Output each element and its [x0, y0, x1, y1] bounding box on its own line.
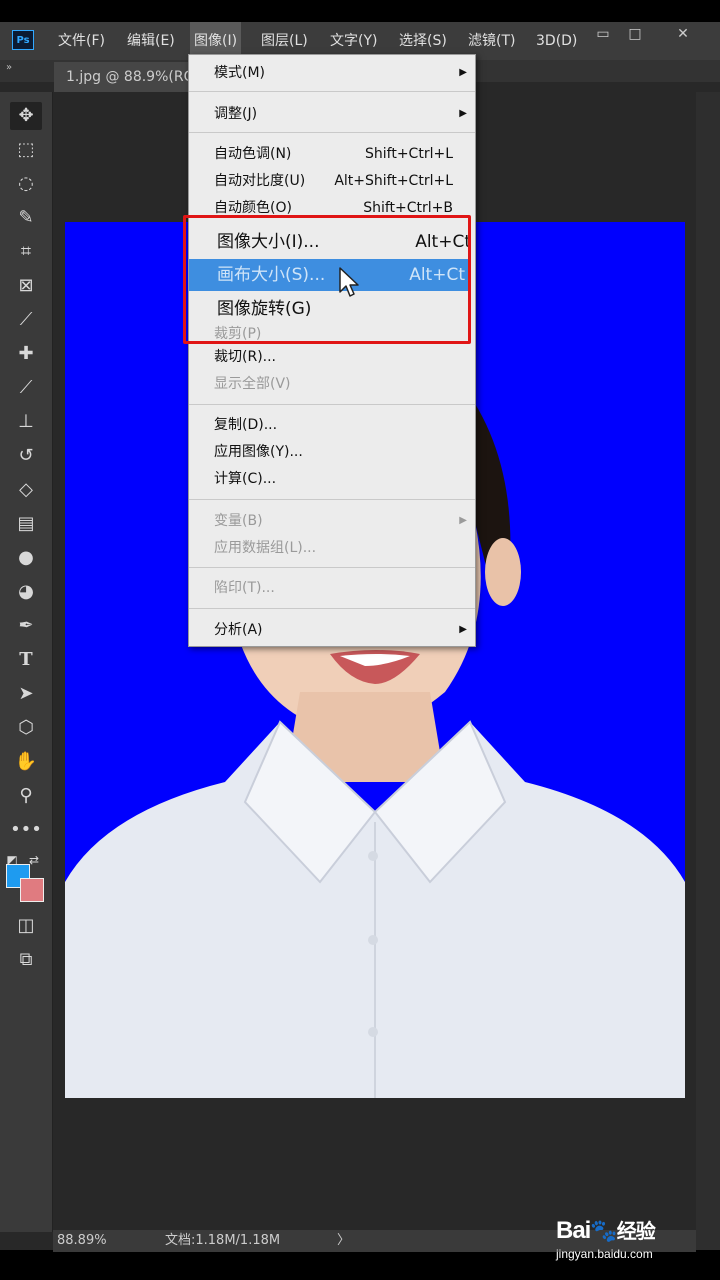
submenu-arrow-icon: ▶ [459, 515, 467, 526]
status-menu-arrow[interactable]: 〉 [337, 1230, 350, 1252]
menu-item-apply-image[interactable]: 应用图像(Y)... [189, 439, 475, 465]
menu-separator [189, 608, 475, 609]
watermark-brand-2: 经验 [616, 1221, 656, 1243]
path-select-tool-icon[interactable]: ➤ [10, 680, 42, 708]
quick-mask-icon[interactable]: ◫ [10, 912, 42, 940]
menu-item-trim[interactable]: 裁切(R)... [189, 344, 475, 370]
marquee-tool-icon[interactable]: ⬚ [10, 136, 42, 164]
gradient-tool-icon[interactable]: ▤ [10, 510, 42, 538]
collapse-panels-icon[interactable]: » [6, 62, 12, 73]
clone-stamp-tool-icon[interactable]: ⊥ [10, 408, 42, 436]
highlight-annotation-box [183, 215, 471, 344]
menu-separator [189, 132, 475, 133]
menu-item-duplicate[interactable]: 复制(D)... [189, 412, 475, 438]
eraser-tool-icon[interactable]: ◇ [10, 476, 42, 504]
menu-edit[interactable]: 编辑(E) [127, 22, 175, 60]
background-color-swatch[interactable] [20, 878, 44, 902]
zoom-level[interactable]: 88.89% [57, 1230, 107, 1252]
menu-item-apply-data-set[interactable]: 应用数据组(L)... [189, 535, 475, 561]
photoshop-logo: Ps [12, 30, 34, 50]
move-tool-icon[interactable]: ✥ [10, 102, 42, 130]
history-brush-tool-icon[interactable]: ↺ [10, 442, 42, 470]
document-info: 文档:1.18M/1.18M [165, 1233, 281, 1248]
hand-tool-icon[interactable]: ✋ [10, 748, 42, 776]
menu-item-mode[interactable]: 模式(M) ▶ [189, 60, 475, 86]
mouse-cursor-icon [339, 267, 359, 297]
menu-separator [189, 567, 475, 568]
document-tab[interactable]: 1.jpg @ 88.9%(RG [54, 62, 194, 92]
menu-item-auto-contrast[interactable]: 自动对比度(U) Alt+Shift+Ctrl+L [189, 168, 475, 194]
close-button[interactable]: ✕ [668, 24, 698, 44]
watermark-brand: Bai [556, 1217, 591, 1244]
menu-3d[interactable]: 3D(D) [536, 22, 577, 60]
tools-panel: ✥ ⬚ ◌ ✎ ⌗ ⊠ ⟋ ✚ ⟋ ⊥ ↺ ◇ ▤ ● ◕ ✒ T ➤ ⬡ ✋ … [0, 92, 53, 1232]
menu-file[interactable]: 文件(F) [58, 22, 105, 60]
menu-item-reveal-all[interactable]: 显示全部(V) [189, 371, 475, 397]
submenu-arrow-icon: ▶ [459, 108, 467, 119]
watermark-url: jingyan.baidu.com [556, 1247, 653, 1261]
quick-select-tool-icon[interactable]: ✎ [10, 204, 42, 232]
menu-item-trap[interactable]: 陷印(T)... [189, 575, 475, 601]
zoom-tool-icon[interactable]: ⚲ [10, 782, 42, 810]
blur-tool-icon[interactable]: ● [10, 544, 42, 572]
healing-brush-tool-icon[interactable]: ✚ [10, 340, 42, 368]
pen-tool-icon[interactable]: ✒ [10, 612, 42, 640]
menu-item-analysis[interactable]: 分析(A) ▶ [189, 617, 475, 643]
menu-item-calculations[interactable]: 计算(C)... [189, 466, 475, 492]
menu-item-variables[interactable]: 变量(B) ▶ [189, 508, 475, 534]
menu-separator [189, 499, 475, 500]
baidu-jingyan-watermark: Bai🐾经验 jingyan.baidu.com [556, 1215, 706, 1270]
type-tool-icon[interactable]: T [10, 646, 42, 674]
minimize-button[interactable]: ▭ [588, 24, 618, 44]
vertical-scrollbar[interactable] [696, 92, 720, 1250]
shape-tool-icon[interactable]: ⬡ [10, 714, 42, 742]
menu-item-auto-tone[interactable]: 自动色调(N) Shift+Ctrl+L [189, 141, 475, 167]
submenu-arrow-icon: ▶ [459, 624, 467, 635]
dodge-tool-icon[interactable]: ◕ [10, 578, 42, 606]
paw-icon: 🐾 [590, 1218, 617, 1243]
image-menu-dropdown: 模式(M) ▶ 调整(J) ▶ 自动色调(N) Shift+Ctrl+L 自动对比度(… [188, 54, 476, 647]
screen-mode-icon[interactable]: ⧉ [10, 946, 42, 974]
lasso-tool-icon[interactable]: ◌ [10, 170, 42, 198]
frame-tool-icon[interactable]: ⊠ [10, 272, 42, 300]
menu-item-adjustments[interactable]: 调整(J) ▶ [189, 101, 475, 127]
menu-separator [189, 404, 475, 405]
eyedropper-tool-icon[interactable]: ⟋ [10, 306, 42, 334]
menu-separator [189, 91, 475, 92]
crop-tool-icon[interactable]: ⌗ [10, 238, 42, 266]
more-tools-icon[interactable]: ••• [10, 816, 42, 844]
maximize-button[interactable]: □ [620, 24, 650, 44]
brush-tool-icon[interactable]: ⟋ [10, 374, 42, 402]
submenu-arrow-icon: ▶ [459, 67, 467, 78]
